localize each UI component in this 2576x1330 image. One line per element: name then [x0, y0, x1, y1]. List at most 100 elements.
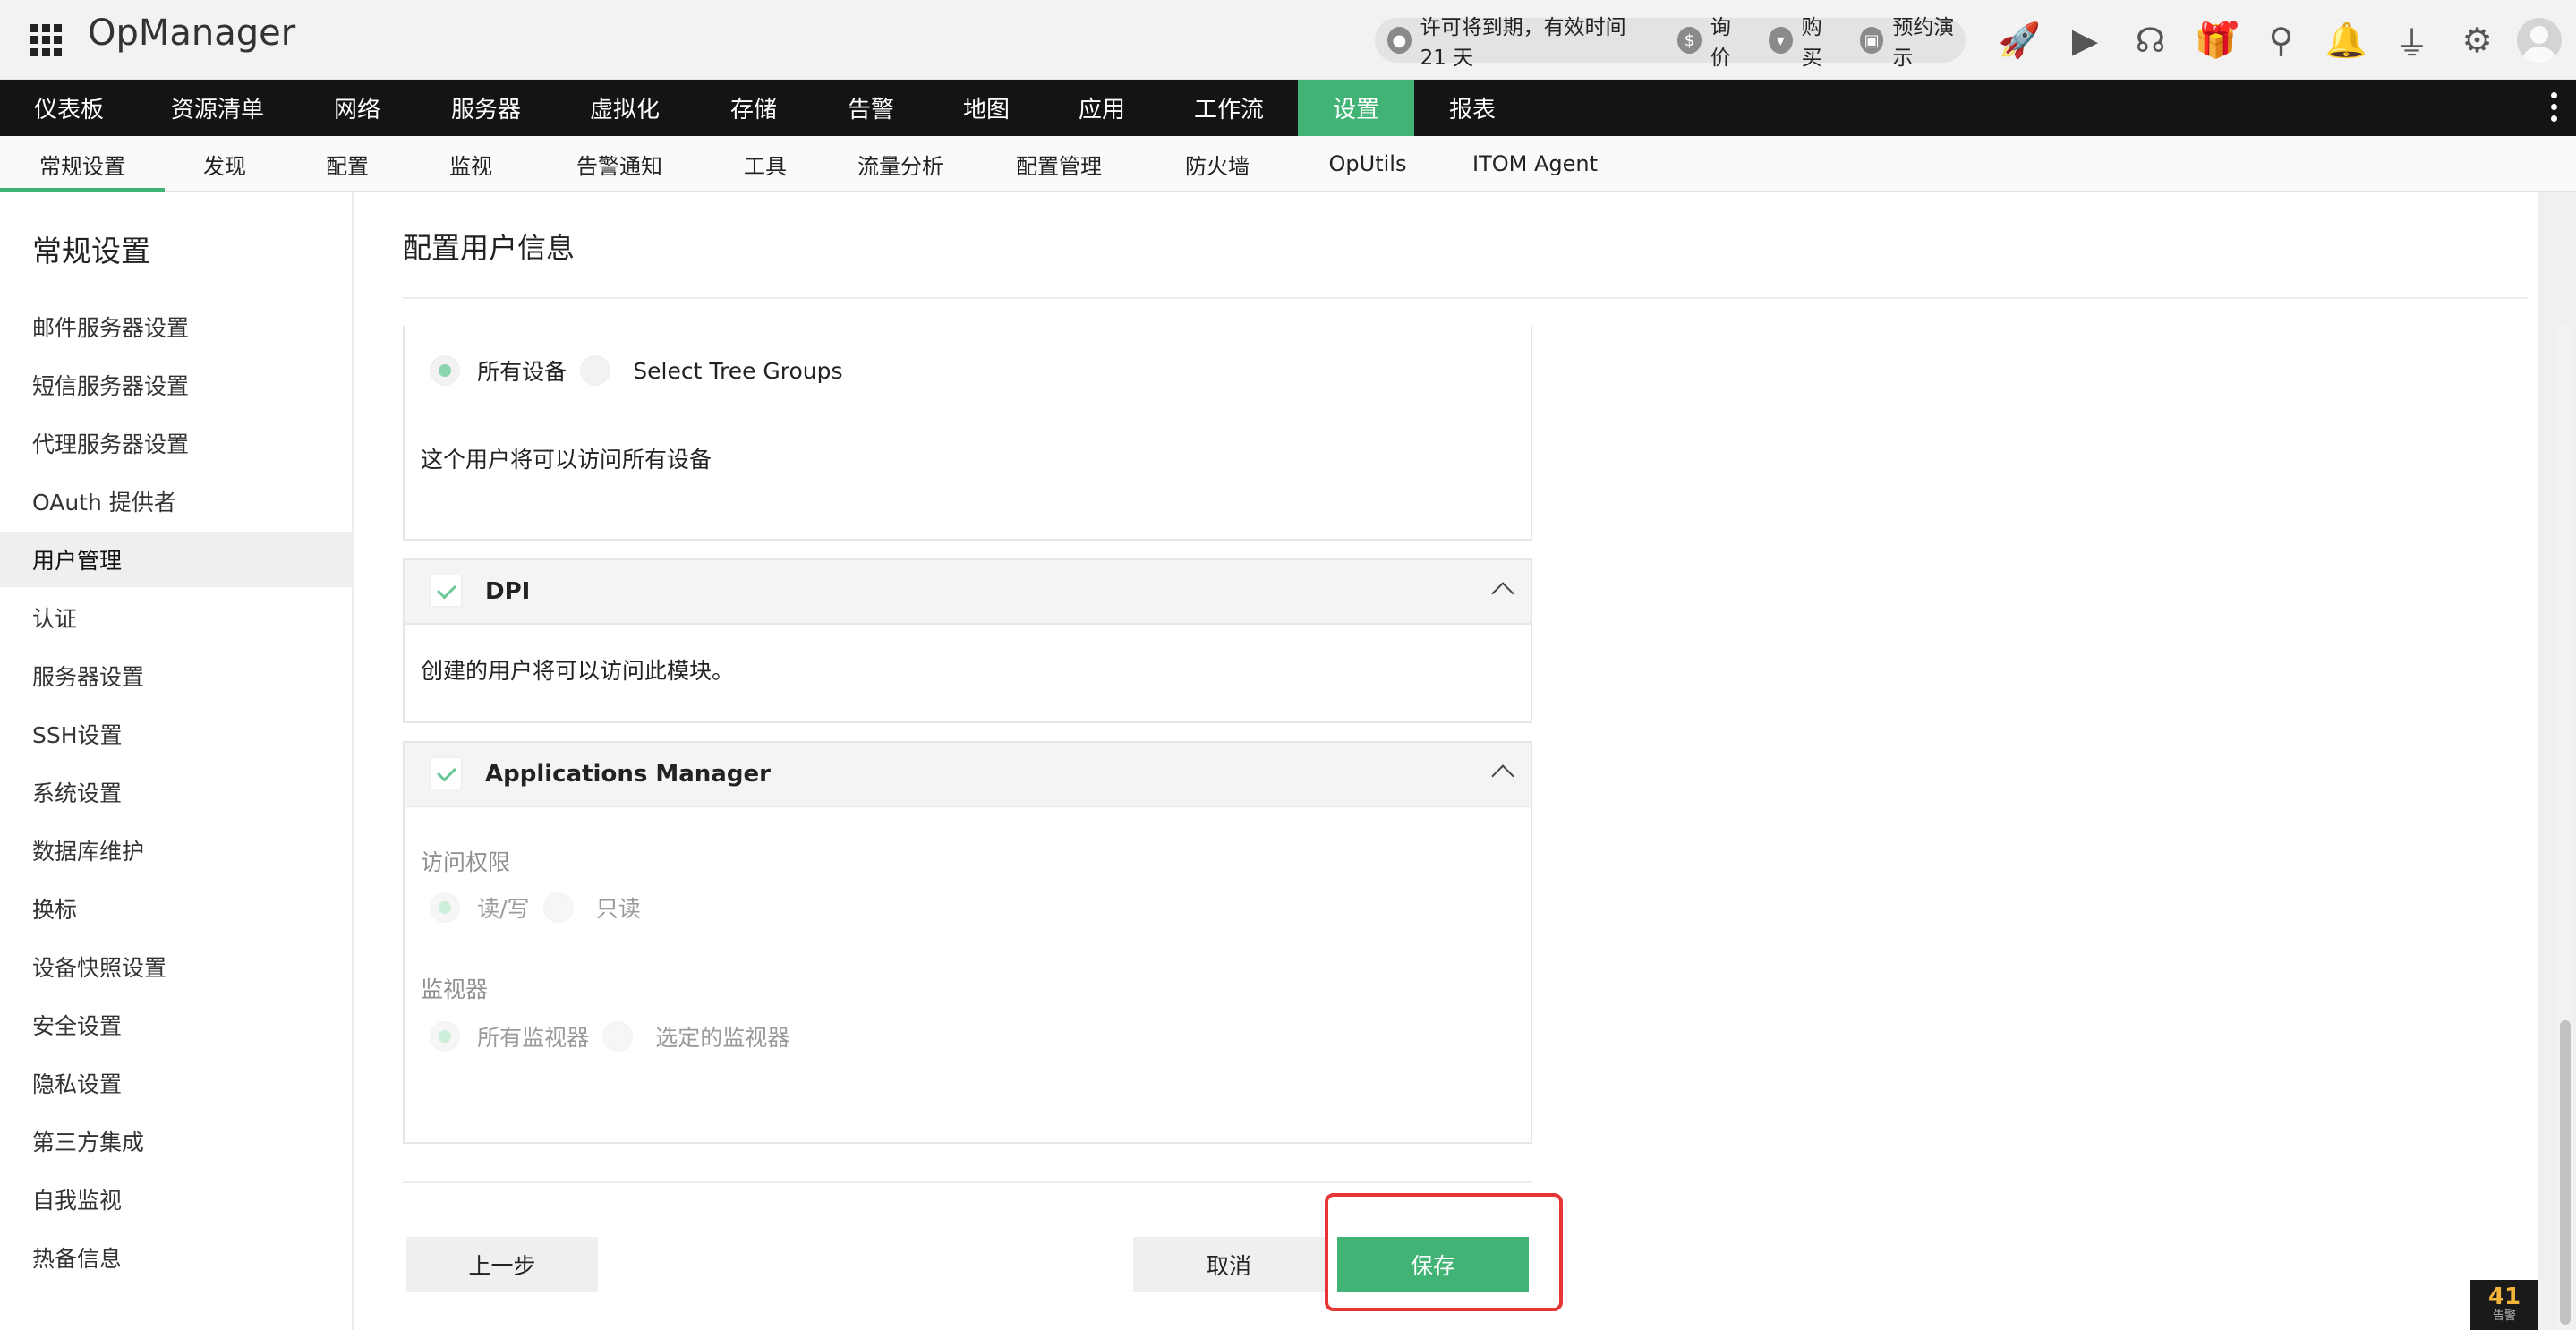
- gear-icon[interactable]: ⚙: [2444, 21, 2510, 60]
- sub-nav-item[interactable]: 流量分析: [823, 136, 977, 192]
- sidebar-item[interactable]: 换标: [0, 881, 353, 936]
- demo-link[interactable]: 预约演示: [1892, 10, 1966, 71]
- sub-nav-item[interactable]: 防火墙: [1140, 136, 1294, 192]
- buy-link[interactable]: 购买: [1802, 10, 1838, 71]
- chevron-up-icon[interactable]: [1491, 764, 1514, 788]
- sidebar-item[interactable]: 代理服务器设置: [0, 415, 353, 471]
- alarm-count-badge[interactable]: 41 告警: [2470, 1280, 2538, 1330]
- demo-icon: ▣: [1859, 27, 1884, 54]
- scrollbar-thumb[interactable]: [2560, 1020, 2571, 1325]
- main-nav-item[interactable]: 地图: [929, 80, 1044, 136]
- monitor-label: 监视器: [421, 976, 489, 1002]
- radio-all-monitors[interactable]: [430, 1021, 460, 1052]
- sidebar-item[interactable]: 用户管理: [0, 532, 353, 587]
- more-menu-icon[interactable]: [2551, 92, 2560, 122]
- radio-all-devices[interactable]: [430, 355, 460, 386]
- sub-nav-item[interactable]: 工具: [707, 136, 823, 192]
- radio-read-write-label: 读/写: [477, 896, 530, 922]
- quote-link[interactable]: 询价: [1710, 10, 1747, 71]
- radio-tree-groups[interactable]: [580, 355, 611, 386]
- sidebar-item[interactable]: 邮件服务器设置: [0, 299, 353, 354]
- main-nav-item[interactable]: 报表: [1414, 80, 1531, 136]
- search-icon[interactable]: ⚲: [2248, 21, 2314, 60]
- sidebar-item[interactable]: 短信服务器设置: [0, 357, 353, 413]
- dpi-checkbox[interactable]: [430, 575, 462, 607]
- bell-icon[interactable]: 🔔: [2314, 21, 2379, 61]
- chevron-up-icon[interactable]: [1491, 582, 1514, 605]
- alarm-label: 告警: [2492, 1309, 2516, 1323]
- sub-nav-item[interactable]: 告警通知: [532, 136, 707, 192]
- sidebar-item[interactable]: 认证: [0, 590, 353, 645]
- headset-icon[interactable]: ☊: [2118, 21, 2183, 60]
- top-icon-bar: 🚀 ▶ ☊ 🎁 ⚲ 🔔 ⏚ ⚙: [1987, 16, 2562, 64]
- user-badge-icon: ●: [1387, 27, 1412, 54]
- main-nav-item[interactable]: 服务器: [417, 80, 555, 136]
- sidebar-item[interactable]: 热备信息: [0, 1230, 353, 1285]
- main-nav-item[interactable]: 资源清单: [138, 80, 297, 136]
- top-bar: OpManager ● 许可将到期，有效时间 21 天 $ 询价 ▾ 购买 ▣ …: [0, 0, 2576, 80]
- device-scope-panel: 所有设备 Select Tree Groups 这个用户将可以访问所有设备: [403, 326, 1532, 541]
- main-nav-item[interactable]: 网络: [297, 80, 417, 136]
- main-nav-item[interactable]: 工作流: [1160, 80, 1298, 136]
- sidebar-item[interactable]: 第三方集成: [0, 1113, 353, 1169]
- main-nav-item[interactable]: 存储: [695, 80, 813, 136]
- access-radios: 读/写 只读: [430, 891, 641, 924]
- radio-selected-monitors-label: 选定的监视器: [655, 1025, 790, 1051]
- presentation-icon[interactable]: ▶: [2052, 21, 2118, 60]
- sidebar-item[interactable]: SSH设置: [0, 706, 353, 762]
- page-title: 配置用户信息: [403, 231, 576, 265]
- main-nav-item[interactable]: 仪表板: [0, 80, 138, 136]
- sidebar-item[interactable]: 数据库维护: [0, 823, 353, 878]
- main-nav-item[interactable]: 设置: [1298, 80, 1414, 136]
- user-avatar-icon[interactable]: [2517, 18, 2562, 63]
- sub-nav-item[interactable]: 配置: [285, 136, 410, 192]
- main-content: 配置用户信息 所有设备 Select Tree Groups 这个用户将可以访问…: [354, 192, 2538, 1330]
- radio-read-write[interactable]: [430, 892, 460, 923]
- sidebar-item[interactable]: OAuth 提供者: [0, 473, 353, 529]
- back-button[interactable]: 上一步: [406, 1237, 598, 1292]
- cancel-button[interactable]: 取消: [1133, 1237, 1325, 1292]
- sidebar-item[interactable]: 自我监视: [0, 1172, 353, 1227]
- radio-tree-groups-label: Select Tree Groups: [633, 357, 843, 384]
- radio-selected-monitors[interactable]: [602, 1021, 634, 1052]
- sidebar-item[interactable]: 安全设置: [0, 997, 353, 1053]
- apm-header[interactable]: Applications Manager: [405, 743, 1531, 807]
- sidebar-item[interactable]: 服务器设置: [0, 648, 353, 703]
- sidebar-item[interactable]: 隐私设置: [0, 1055, 353, 1111]
- gift-icon[interactable]: 🎁: [2183, 20, 2248, 61]
- sub-nav-item[interactable]: ITOM Agent: [1441, 136, 1629, 192]
- radio-all-devices-label: 所有设备: [477, 359, 567, 385]
- main-nav-item[interactable]: 告警: [813, 80, 929, 136]
- main-nav-item[interactable]: 应用: [1044, 80, 1160, 136]
- sub-nav-item[interactable]: 常规设置: [0, 136, 165, 192]
- apm-checkbox[interactable]: [430, 757, 462, 789]
- license-message: 许可将到期，有效时间 21 天: [1420, 16, 1626, 70]
- dpi-note: 创建的用户将可以访问此模块。: [421, 658, 735, 684]
- sidebar-item[interactable]: 设备快照设置: [0, 939, 353, 994]
- radio-read-only-label: 只读: [595, 896, 641, 922]
- sub-nav-item[interactable]: 监视: [410, 136, 532, 192]
- dpi-label: DPI: [485, 578, 531, 605]
- sidebar-title: 常规设置: [32, 234, 150, 269]
- dpi-header[interactable]: DPI: [405, 560, 1531, 625]
- sub-nav-item[interactable]: 配置管理: [977, 136, 1140, 192]
- app-grid-icon[interactable]: [30, 24, 63, 56]
- alarm-count: 41: [2487, 1283, 2521, 1310]
- main-nav: 仪表板 资源清单 网络 服务器 虚拟化 存储 告警 地图 应用 工作流 设置 报表: [0, 80, 2576, 136]
- sidebar-item[interactable]: 系统设置: [0, 764, 353, 820]
- dpi-panel: DPI 创建的用户将可以访问此模块。: [403, 558, 1532, 723]
- radio-read-only[interactable]: [542, 892, 574, 923]
- footer-divider: [403, 1181, 1532, 1183]
- dollar-icon: $: [1677, 27, 1702, 54]
- rocket-icon[interactable]: 🚀: [1987, 21, 2052, 61]
- plug-icon[interactable]: ⏚: [2379, 16, 2444, 65]
- apm-panel: Applications Manager 访问权限 读/写 只读 监视器 所有监…: [403, 741, 1532, 1144]
- save-button[interactable]: 保存: [1337, 1237, 1529, 1292]
- app-brand: OpManager: [88, 13, 296, 54]
- sub-nav-item[interactable]: OpUtils: [1294, 136, 1441, 192]
- title-divider: [403, 297, 2528, 299]
- radio-all-monitors-label: 所有监视器: [477, 1025, 590, 1051]
- sub-nav-item[interactable]: 发现: [165, 136, 285, 192]
- main-nav-item[interactable]: 虚拟化: [555, 80, 695, 136]
- sub-nav: 常规设置 发现 配置 监视 告警通知 工具 流量分析 配置管理 防火墙 OpUtils ITOM A…: [0, 136, 2576, 192]
